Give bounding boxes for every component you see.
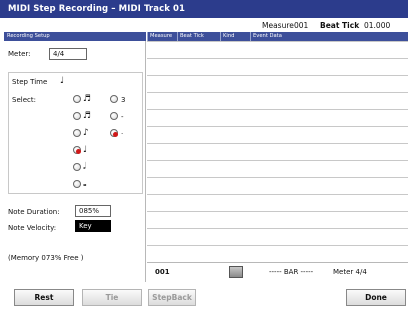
rest-button[interactable]: Rest <box>14 289 74 306</box>
stepback-button[interactable]: StepBack <box>148 289 196 306</box>
status-bar: 001 ----- BAR ----- Meter 4/4 <box>147 262 408 280</box>
column-header-measure: Measure <box>147 32 177 41</box>
select-radio-quarter[interactable] <box>73 146 81 154</box>
column-header-kind: Kind <box>220 32 250 41</box>
tie-button[interactable]: Tie <box>82 289 142 306</box>
step-time-note-icon: ♩ <box>60 76 65 86</box>
grid-line <box>147 41 408 42</box>
grid-line <box>147 211 408 212</box>
meter-label: Meter: <box>8 50 31 58</box>
dotted-label: . <box>121 128 124 136</box>
keyboard-icon <box>229 266 243 278</box>
grid-line <box>147 177 408 178</box>
select-radio-half[interactable] <box>73 163 81 171</box>
select-radio-triplet[interactable] <box>110 95 118 103</box>
step-time-label: Step Time <box>12 78 48 86</box>
thirtysecond-note-icon: ♬ <box>83 111 92 121</box>
done-button[interactable]: Done <box>346 289 406 306</box>
status-meter: Meter 4/4 <box>333 268 367 276</box>
sixteenth-note-icon: ♪ <box>83 128 89 138</box>
note-duration-field[interactable]: 085% <box>75 205 111 217</box>
column-header-beat-tick: Beat Tick <box>177 32 220 41</box>
select-radio-thirtysecond[interactable] <box>73 112 81 120</box>
window-title: MIDI Step Recording – MIDI Track 01 <box>0 0 408 18</box>
measure-bar: Measure 001 Beat Tick 01.000 <box>0 18 408 32</box>
grid-line <box>147 126 408 127</box>
grid-line <box>147 245 408 246</box>
measure-label: Measure <box>262 21 294 30</box>
half-note-icon: 𝅗𝅥 <box>83 162 86 172</box>
status-bar-text: ----- BAR ----- <box>269 268 314 276</box>
sixtyfourth-note-icon: ♬ <box>83 94 92 104</box>
column-header-event-data: Event Data <box>250 32 408 41</box>
grid-line <box>147 160 408 161</box>
meter-field[interactable]: 4/4 <box>49 48 87 60</box>
status-measure: 001 <box>155 268 170 276</box>
measure-value: 001 <box>294 21 309 30</box>
note-velocity-field[interactable]: Key <box>75 220 111 232</box>
grid-line <box>147 143 408 144</box>
grid-line <box>147 58 408 59</box>
select-radio-sixtyfourth[interactable] <box>73 95 81 103</box>
grid-line <box>147 75 408 76</box>
whole-note-icon: 𝅝 <box>83 179 87 189</box>
select-radio-normal[interactable] <box>110 112 118 120</box>
grid-line <box>147 92 408 93</box>
grid-line <box>147 194 408 195</box>
select-radio-whole[interactable] <box>73 180 81 188</box>
beat-tick-label: Beat Tick <box>320 21 360 30</box>
select-label: Select: <box>12 96 36 104</box>
select-radio-sixteenth[interactable] <box>73 129 81 137</box>
memory-status: (Memory 073% Free ) <box>8 254 84 262</box>
recording-setup-header: Recording Setup <box>4 32 146 41</box>
event-list[interactable] <box>147 41 408 262</box>
select-radio-dotted[interactable] <box>110 129 118 137</box>
note-velocity-label: Note Velocity: <box>8 224 57 232</box>
quarter-note-icon: ♩ <box>83 145 88 155</box>
note-duration-label: Note Duration: <box>8 208 60 216</box>
normal-label: - <box>121 113 124 121</box>
grid-line <box>147 109 408 110</box>
triplet-label: 3 <box>121 96 126 104</box>
beat-tick-value: 01.000 <box>364 21 391 30</box>
grid-line <box>147 228 408 229</box>
